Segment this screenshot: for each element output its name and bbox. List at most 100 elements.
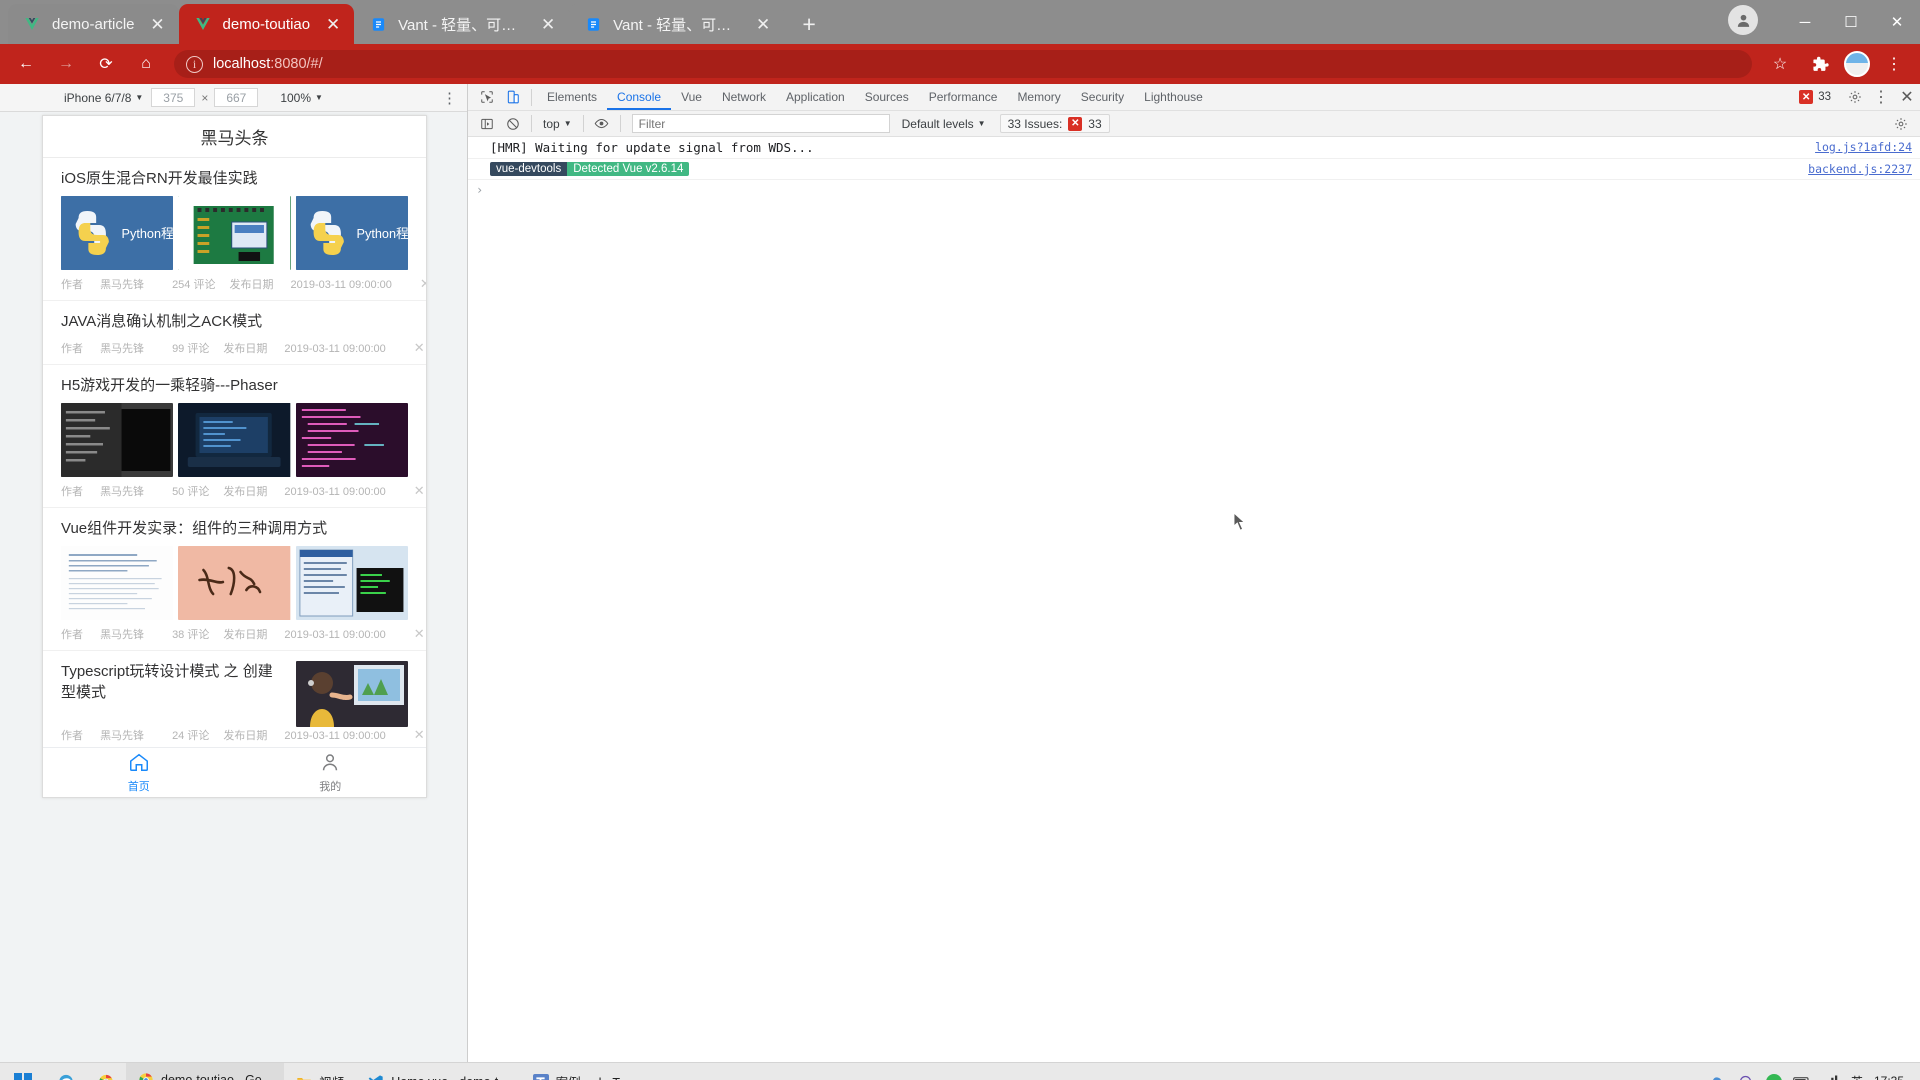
tab-application[interactable]: Application	[776, 84, 855, 110]
tab-memory[interactable]: Memory	[1007, 84, 1070, 110]
minimize-button[interactable]: ─	[1782, 2, 1828, 42]
issues-badge[interactable]: ✕ 33	[1792, 88, 1838, 106]
console-issues-button[interactable]: 33 Issues: ✕ 33	[999, 114, 1110, 133]
bookmark-star-icon[interactable]: ☆	[1763, 47, 1797, 81]
device-times-label: ×	[201, 90, 209, 105]
cloud-icon[interactable]	[1708, 1073, 1726, 1080]
home-icon[interactable]: ⌂	[129, 47, 163, 81]
tab-lighthouse[interactable]: Lighthouse	[1134, 84, 1213, 110]
article-close-icon[interactable]: ✕	[414, 727, 425, 743]
console-settings-gear-icon[interactable]	[1888, 112, 1914, 136]
devtools-more-icon[interactable]: ⋮	[1868, 85, 1894, 109]
list-item[interactable]: JAVA消息确认机制之ACK模式 作者 黑马先锋 99 评论 发布日期 2019…	[43, 301, 426, 365]
tabbar-item-mine[interactable]: 我的	[235, 748, 427, 797]
chevron-down-icon: ▼	[563, 119, 572, 128]
ime-indicator[interactable]: 英	[1851, 1073, 1863, 1080]
tray-expand-chevron-icon[interactable]: ︿	[1679, 1073, 1697, 1080]
tab-vue[interactable]: Vue	[671, 84, 712, 110]
clear-console-icon[interactable]	[500, 112, 526, 136]
list-item[interactable]: H5游戏开发的一乘轻骑---Phaser 作者 黑马先锋 50 评论 发布日期 …	[43, 365, 426, 508]
device-selector[interactable]: iPhone 6/7/8 ▼	[58, 89, 149, 107]
windows-start-button[interactable]	[0, 1063, 46, 1080]
new-tab-button[interactable]: +	[792, 7, 826, 41]
tab-network[interactable]: Network	[712, 84, 776, 110]
console-prompt[interactable]: ›	[468, 180, 1920, 200]
article-author: 作者 黑马先锋	[61, 629, 145, 642]
console-levels-selector[interactable]: Default levels ▼	[896, 117, 992, 131]
browser-tab-vant-2[interactable]: Vant - 轻量、可靠的移动端组件库 ✕	[569, 4, 785, 44]
live-expression-eye-icon[interactable]	[589, 112, 615, 136]
taskbar-app-folder[interactable]: 视频	[284, 1063, 356, 1080]
list-item[interactable]: Vue组件开发实录：组件的三种调用方式 作者 黑马先锋 38 评论 发布日期 2…	[43, 508, 426, 652]
list-item[interactable]: Typescript玩转设计模式 之 创建型模式 作者 黑马先锋 24 评论 发…	[43, 651, 426, 747]
browser-tab-demo-toutiao[interactable]: demo-toutiao ✕	[178, 4, 355, 44]
console-source-link[interactable]: log.js?1afd:24	[1815, 140, 1912, 154]
tab-close-icon[interactable]: ✕	[752, 13, 774, 35]
article-author: 作者 黑马先锋	[61, 485, 145, 498]
devtools-close-icon[interactable]: ✕	[1894, 85, 1920, 109]
battery-icon[interactable]	[1793, 1073, 1811, 1080]
back-icon[interactable]: ←	[9, 47, 43, 81]
taskbar-pinned-chrome[interactable]	[86, 1063, 126, 1080]
status-green-icon[interactable]	[1765, 1073, 1782, 1080]
tabbar-label: 首页	[127, 781, 150, 793]
typora-icon	[532, 1073, 549, 1080]
article-close-icon[interactable]: ✕	[414, 626, 425, 642]
window-controls: ─ ☐ ✕	[1728, 0, 1920, 44]
gear-icon[interactable]	[1842, 85, 1868, 109]
console-filter-input[interactable]	[631, 114, 890, 133]
console-prompt-caret: ›	[476, 183, 484, 197]
tab-title: Vant - 轻量、可靠的移动端组件库	[398, 16, 526, 34]
tab-elements[interactable]: Elements	[537, 84, 607, 110]
article-close-icon[interactable]: ✕	[414, 340, 425, 356]
console-output[interactable]: [HMR] Waiting for update signal from WDS…	[468, 137, 1920, 1062]
device-zoom-selector[interactable]: 100% ▼	[274, 89, 329, 107]
reload-icon[interactable]: ⟳	[89, 47, 123, 81]
extensions-icon[interactable]	[1803, 47, 1837, 81]
device-toolbar-icon[interactable]	[500, 85, 526, 109]
article-title: H5游戏开发的一乘轻骑---Phaser	[61, 376, 278, 394]
device-more-options-icon[interactable]: ⋮	[442, 89, 457, 107]
browser-tab-vant-1[interactable]: Vant - 轻量、可靠的移动端组件库 ✕	[354, 4, 570, 44]
svg-text:Python程序设计: Python程序设计	[122, 226, 174, 241]
console-issues-label: 33 Issues:	[1007, 116, 1063, 131]
taskbar-pinned-edge[interactable]	[46, 1063, 86, 1080]
address-bar[interactable]: i localhost:8080/#/	[174, 50, 1752, 78]
taskbar-clock[interactable]: 17:35	[1874, 1075, 1910, 1080]
tab-close-icon[interactable]: ✕	[537, 13, 559, 35]
tabbar-item-home[interactable]: 首页	[43, 748, 235, 797]
tab-close-icon[interactable]: ✕	[322, 13, 344, 35]
chrome-menu-icon[interactable]: ⋮	[1877, 47, 1911, 81]
tab-sources[interactable]: Sources	[855, 84, 919, 110]
tab-close-icon[interactable]: ✕	[147, 13, 169, 35]
article-title: JAVA消息确认机制之ACK模式	[61, 313, 263, 331]
taskbar-app-vscode[interactable]: Home.vue - demo-t...	[356, 1063, 520, 1080]
close-window-button[interactable]: ✕	[1874, 2, 1920, 42]
browser-window: demo-article ✕ demo-toutiao ✕ Vant - 轻量、…	[0, 0, 1920, 1062]
maximize-button[interactable]: ☐	[1828, 2, 1874, 42]
article-close-icon[interactable]: ✕	[414, 483, 425, 499]
forward-icon[interactable]: →	[49, 47, 83, 81]
headphone-icon[interactable]	[1737, 1073, 1755, 1080]
user-icon	[319, 751, 341, 776]
tab-console[interactable]: Console	[607, 84, 671, 110]
console-source-link[interactable]: backend.js:2237	[1808, 162, 1912, 176]
device-width-input[interactable]: 375	[151, 88, 196, 107]
tab-security[interactable]: Security	[1071, 84, 1134, 110]
taskbar-app-typora[interactable]: 案例.md - Typora	[521, 1063, 663, 1080]
article-date: 发布日期 2019-03-11 09:00:00	[223, 342, 386, 355]
network-icon[interactable]	[1822, 1073, 1840, 1080]
console-context-selector[interactable]: top ▼	[537, 117, 578, 131]
console-toolbar: top ▼ Default levels ▼ 33 Issues: ✕ 33	[468, 111, 1920, 137]
list-item[interactable]: iOS原生混合RN开发最佳实践 Python程序设计 Python程序设计	[43, 158, 426, 302]
profile-avatar-icon[interactable]	[1844, 51, 1870, 77]
taskbar-app-chrome[interactable]: demo-toutiao - Go...	[126, 1062, 285, 1080]
tab-performance[interactable]: Performance	[919, 84, 1008, 110]
cursor-select-icon[interactable]	[474, 85, 500, 109]
article-close-icon[interactable]: ✕	[420, 276, 426, 292]
browser-tab-demo-article[interactable]: demo-article ✕	[8, 4, 179, 44]
console-sidebar-icon[interactable]	[474, 112, 500, 136]
avatar[interactable]	[1728, 5, 1758, 35]
site-info-icon[interactable]: i	[186, 55, 203, 73]
device-height-input[interactable]: 667	[214, 88, 259, 107]
